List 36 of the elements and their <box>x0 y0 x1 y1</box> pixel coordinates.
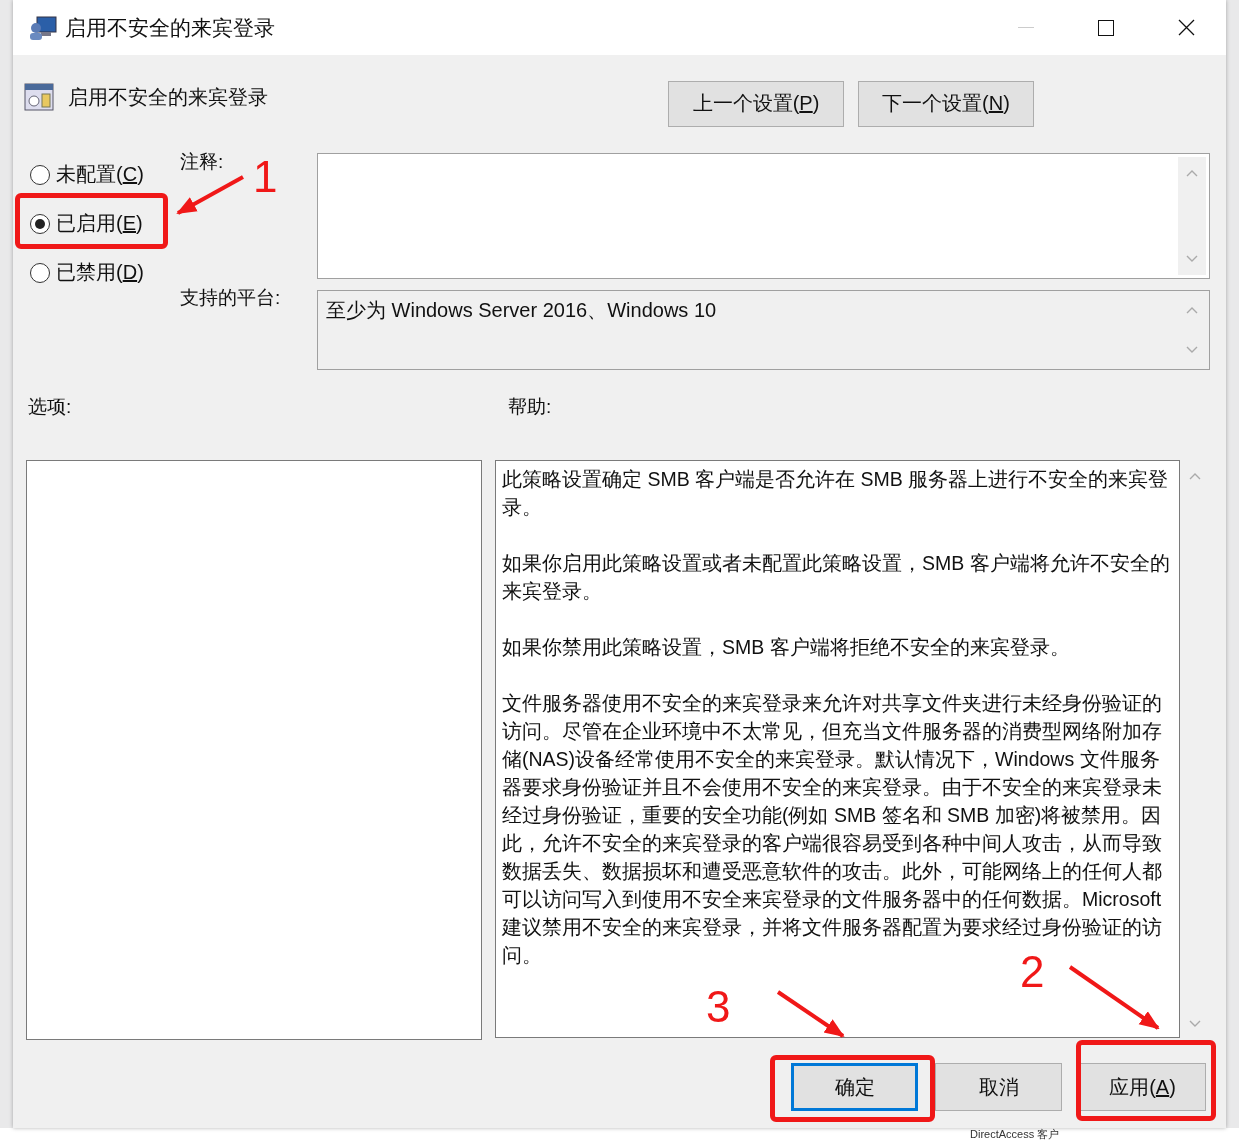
radio-option[interactable]: 已禁用(D) <box>20 255 144 290</box>
computer-icon <box>29 14 57 41</box>
policy-icon <box>24 82 54 112</box>
maximize-icon <box>1098 19 1114 36</box>
scroll-down-icon[interactable] <box>1186 346 1198 354</box>
next-setting-button[interactable]: 下一个设置(N) <box>858 80 1034 127</box>
minimize-icon <box>1018 26 1034 29</box>
scrollbar[interactable] <box>1178 157 1206 275</box>
cancel-button[interactable]: 取消 <box>935 1063 1062 1111</box>
apply-button[interactable]: 应用(A) <box>1079 1063 1206 1111</box>
field-label: 注释: <box>180 150 224 174</box>
section-label: 选项: <box>28 395 72 419</box>
previous-setting-button[interactable]: 上一个设置(P) <box>668 80 844 127</box>
scroll-down-icon[interactable] <box>1186 255 1198 263</box>
scroll-up-icon[interactable] <box>1189 472 1201 480</box>
comment-field[interactable] <box>317 153 1210 279</box>
help-paragraph: 此策略设置确定 SMB 客户端是否允许在 SMB 服务器上进行不安全的来宾登录。 <box>502 467 1170 520</box>
help-paragraph: 如果你启用此策略设置或者未配置此策略设置，SMB 客户端将允许不安全的来宾登录。 <box>502 551 1171 604</box>
arrow <box>776 990 845 1038</box>
scroll-up-icon[interactable] <box>1186 169 1198 177</box>
close-icon <box>1177 19 1195 36</box>
ok-button[interactable]: 确定 <box>791 1063 918 1111</box>
scroll-up-icon[interactable] <box>1186 306 1198 314</box>
help-paragraph: 如果你禁用此策略设置，SMB 客户端将拒绝不安全的来宾登录。 <box>502 635 1071 660</box>
section-label: 帮助: <box>508 395 552 419</box>
background-tree-item: DirectAccess 客户 <box>970 1128 1060 1141</box>
step-number: 1 <box>253 155 278 199</box>
scroll-down-icon[interactable] <box>1189 1020 1201 1028</box>
step-number: 3 <box>706 985 731 1029</box>
window-title: 启用不安全的来宾登录 <box>65 14 276 41</box>
platform-field: 至少为 Windows Server 2016、Windows 10 <box>317 290 1210 370</box>
arrow <box>176 175 244 215</box>
policy-title: 启用不安全的来宾登录 <box>68 84 268 110</box>
radio-option[interactable]: 未配置(C) <box>20 157 144 192</box>
field-label: 支持的平台: <box>180 286 281 310</box>
radio-option[interactable]: 已启用(E) <box>20 206 143 241</box>
